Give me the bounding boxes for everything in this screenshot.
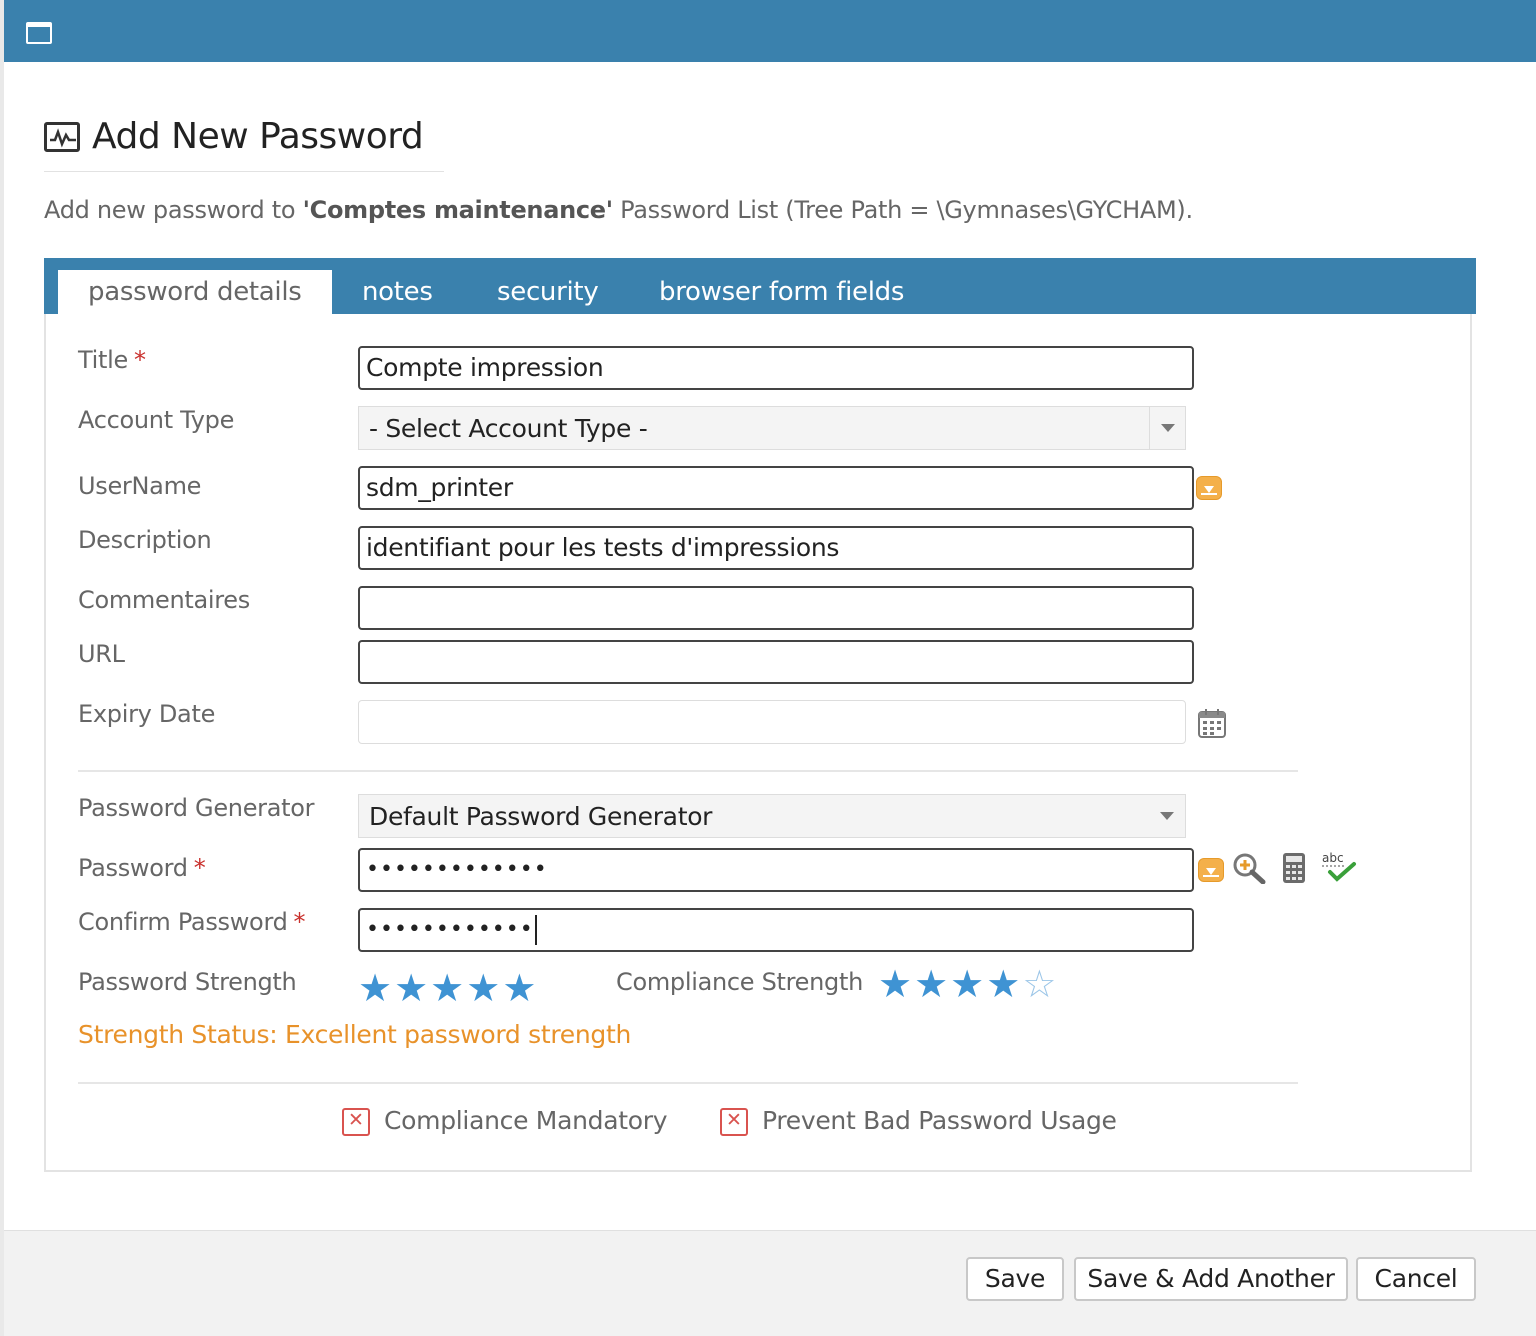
dialog-titlebar[interactable] <box>4 0 1536 62</box>
title-label-text: Title <box>78 346 128 374</box>
magnifier-plus-icon[interactable] <box>1232 852 1266 888</box>
confirm-password-value: •••••••••••• <box>366 917 534 942</box>
compliance-mandatory-label: Compliance Mandatory <box>384 1106 668 1135</box>
password-generator-select[interactable]: Default Password Generator <box>358 794 1186 838</box>
expiry-date-input[interactable] <box>358 700 1186 744</box>
compliance-strength-stars: ★★★★☆ <box>878 964 1058 1004</box>
commentaires-input[interactable] <box>358 586 1194 630</box>
commentaires-label: Commentaires <box>78 586 250 614</box>
star-icon: ★ <box>914 962 951 1006</box>
abc-check-icon[interactable]: abc <box>1320 850 1358 888</box>
username-input[interactable]: sdm_printer <box>358 466 1194 510</box>
svg-text:abc: abc <box>1322 851 1344 865</box>
page-title: Add New Password <box>92 116 424 157</box>
star-icon: ★ <box>394 966 431 1010</box>
save-button[interactable]: Save <box>966 1257 1064 1301</box>
chevron-down-icon <box>1149 407 1185 449</box>
account-type-label: Account Type <box>78 406 235 434</box>
text-cursor <box>534 915 537 945</box>
password-label: Password * <box>78 854 206 882</box>
save-add-another-button[interactable]: Save & Add Another <box>1074 1257 1348 1301</box>
username-label: UserName <box>78 472 202 500</box>
section-divider <box>78 770 1298 772</box>
star-icon: ★ <box>466 966 503 1010</box>
calculator-icon[interactable] <box>1282 852 1306 888</box>
activity-chart-icon <box>44 122 80 152</box>
intro-text: Add new password to 'Comptes maintenance… <box>44 196 1193 224</box>
star-outline-icon: ☆ <box>1022 962 1059 1006</box>
download-icon[interactable] <box>1198 858 1224 882</box>
url-label: URL <box>78 640 125 668</box>
tab-security[interactable]: security <box>497 270 599 314</box>
required-marker: * <box>293 908 306 936</box>
star-icon: ★ <box>430 966 467 1010</box>
chevron-down-icon <box>1149 795 1185 837</box>
password-label-text: Password <box>78 854 188 882</box>
password-input[interactable]: ••••••••••••• <box>358 848 1194 892</box>
star-icon: ★ <box>878 962 915 1006</box>
confirm-password-label: Confirm Password * <box>78 908 306 936</box>
tab-bar: password details notes security browser … <box>44 258 1476 314</box>
star-icon: ★ <box>986 962 1023 1006</box>
url-input[interactable] <box>358 640 1194 684</box>
account-type-value: - Select Account Type - <box>369 414 648 443</box>
strength-status: Strength Status: Excellent password stre… <box>78 1020 631 1049</box>
password-generator-label: Password Generator <box>78 794 315 822</box>
account-type-select[interactable]: - Select Account Type - <box>358 406 1186 450</box>
password-details-panel: Title * Compte impression Account Type - … <box>44 314 1472 1172</box>
star-icon: ★ <box>358 966 395 1010</box>
intro-list-name: 'Comptes maintenance' <box>302 196 614 224</box>
confirm-password-label-text: Confirm Password <box>78 908 288 936</box>
tab-password-details[interactable]: password details <box>58 270 332 314</box>
cancel-button[interactable]: Cancel <box>1356 1257 1476 1301</box>
star-icon: ★ <box>502 966 539 1010</box>
window-icon <box>26 22 52 44</box>
left-edge <box>0 0 4 1336</box>
expiry-date-label: Expiry Date <box>78 700 216 728</box>
dialog-footer: Save Save & Add Another Cancel <box>4 1230 1536 1336</box>
prevent-bad-usage-label: Prevent Bad Password Usage <box>762 1106 1117 1135</box>
intro-prefix: Add new password to <box>44 196 303 224</box>
dialog-heading: Add New Password <box>44 112 444 172</box>
password-generator-value: Default Password Generator <box>369 802 713 831</box>
password-strength-label: Password Strength <box>78 968 297 996</box>
password-strength-stars: ★★★★★ <box>358 968 538 1008</box>
required-marker: * <box>193 854 206 882</box>
prevent-bad-usage-checkbox[interactable] <box>720 1108 748 1136</box>
compliance-mandatory-checkbox[interactable] <box>342 1108 370 1136</box>
required-marker: * <box>133 346 146 374</box>
section-divider <box>78 1082 1298 1084</box>
description-label: Description <box>78 526 212 554</box>
calendar-icon[interactable] <box>1198 708 1226 742</box>
title-label: Title * <box>78 346 146 374</box>
star-icon: ★ <box>950 962 987 1006</box>
title-input[interactable]: Compte impression <box>358 346 1194 390</box>
download-icon[interactable] <box>1196 476 1222 500</box>
description-input[interactable]: identifiant pour les tests d'impressions <box>358 526 1194 570</box>
tab-notes[interactable]: notes <box>362 270 433 314</box>
compliance-strength-label: Compliance Strength <box>616 968 864 996</box>
intro-suffix: Password List (Tree Path = \Gymnases\GYC… <box>612 196 1193 224</box>
tab-browser-form-fields[interactable]: browser form fields <box>659 270 904 314</box>
confirm-password-input[interactable]: •••••••••••• <box>358 908 1194 952</box>
